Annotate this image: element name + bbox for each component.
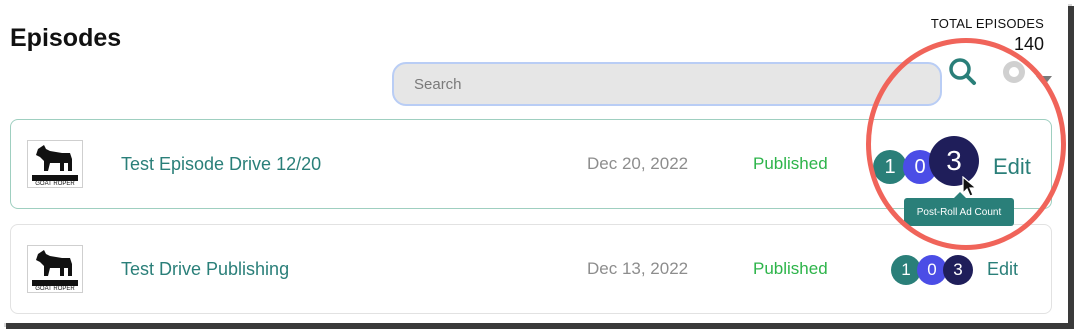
edit-link[interactable]: Edit	[993, 154, 1031, 180]
search-input[interactable]	[394, 64, 940, 104]
thumbnail-text: GOAT ROPER	[35, 286, 75, 292]
goat-logo-icon: GOAT ROPER	[32, 250, 78, 292]
episode-row[interactable]: GOAT ROPER Test Episode Drive 12/20 Dec …	[10, 119, 1052, 209]
frame-shadow-right	[1068, 6, 1074, 327]
total-episodes-value: 140	[1013, 34, 1044, 54]
search-icon	[949, 58, 976, 85]
post-roll-tooltip: Post-Roll Ad Count	[904, 192, 1014, 226]
episode-date: Dec 20, 2022	[587, 154, 689, 173]
episode-title[interactable]: Test Drive Publishing	[121, 259, 289, 280]
episode-thumbnail: GOAT ROPER	[27, 140, 83, 188]
thumbnail-text: GOAT ROPER	[35, 181, 75, 187]
total-episodes: TOTAL EPISODES 140	[931, 16, 1044, 55]
episode-thumbnail: GOAT ROPER	[27, 245, 83, 293]
filter-icon	[1003, 61, 1052, 86]
episode-title[interactable]: Test Episode Drive 12/20	[121, 154, 321, 175]
app-frame: Episodes TOTAL EPISODES 140 GOAT ROPER T…	[0, 0, 1068, 323]
page-title: Episodes	[10, 24, 122, 52]
mouse-cursor-icon	[962, 176, 978, 197]
frame-shadow-bottom	[6, 323, 1074, 329]
search-field[interactable]	[392, 62, 942, 106]
episode-row[interactable]: GOAT ROPER Test Drive Publishing Dec 13,…	[10, 224, 1052, 314]
total-episodes-label: TOTAL EPISODES	[930, 16, 1044, 31]
episode-date: Dec 13, 2022	[587, 259, 689, 278]
episode-status: Published	[753, 154, 828, 173]
post-roll-count-badge[interactable]: 3	[943, 255, 973, 285]
goat-logo-icon: GOAT ROPER	[32, 145, 78, 187]
search-button[interactable]	[946, 56, 980, 90]
episode-status: Published	[753, 259, 828, 278]
filter-dropdown[interactable]	[1000, 60, 1056, 90]
pre-roll-count-badge[interactable]: 1	[873, 150, 907, 184]
edit-link[interactable]: Edit	[987, 259, 1018, 280]
